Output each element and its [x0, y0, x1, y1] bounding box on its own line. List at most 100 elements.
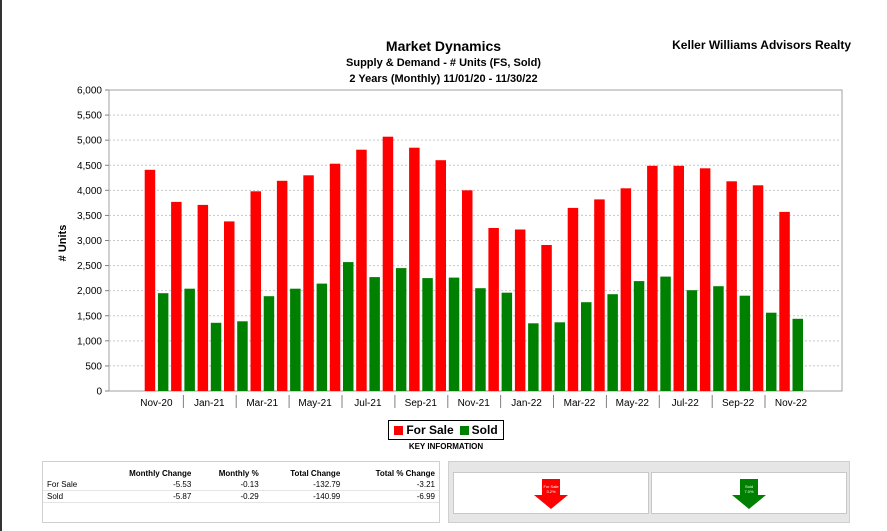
bar-for-sale — [567, 207, 579, 391]
for-sale-indicator-value: 3.2% — [546, 489, 556, 494]
x-tick-label: Sep-22 — [722, 398, 755, 409]
bar-sold — [633, 281, 645, 391]
table-row: For Sale -5.53 -0.13 -132.79 -3.21 — [43, 479, 439, 491]
legend-item-sold: Sold — [459, 423, 498, 437]
bar-chart: 0 500 1,000 1,500 2,000 2,500 3,000 3,500 4,000 4… — [57, 86, 843, 409]
bar-sold — [395, 268, 407, 391]
sold-indicator-value: 7.0% — [744, 489, 754, 494]
y-tick-label: 4,500 — [77, 161, 102, 172]
bar-sold — [157, 293, 169, 391]
bar-sold — [369, 277, 380, 391]
stats-table-panel: Monthly Change Monthly % Total Change To… — [42, 461, 440, 523]
legend-swatch-sold — [459, 426, 469, 435]
row-label: For Sale — [43, 479, 97, 491]
bar-for-sale — [276, 180, 288, 391]
y-tick-label: 5,000 — [77, 136, 102, 147]
y-tick-label: 5,500 — [77, 111, 102, 122]
x-tick-label: Mar-22 — [564, 398, 596, 409]
table-cell: -132.79 — [262, 479, 345, 491]
bar-for-sale — [144, 169, 156, 391]
legend-swatch-for-sale — [394, 426, 404, 435]
down-arrow-icon: For Sale 3.2% — [534, 479, 568, 509]
bar-for-sale — [699, 168, 711, 391]
bar-for-sale — [673, 165, 684, 391]
y-tick-label: 4,000 — [77, 186, 102, 197]
bar-sold — [448, 277, 460, 391]
x-tick-label: Mar-21 — [246, 398, 278, 409]
bar-for-sale — [435, 160, 446, 391]
legend-label-for-sale: For Sale — [406, 423, 454, 437]
bar-for-sale — [594, 199, 605, 391]
bar-for-sale — [779, 211, 790, 391]
bar-for-sale — [462, 190, 473, 391]
bar-sold — [263, 296, 275, 391]
table-cell: -140.99 — [262, 490, 345, 503]
table-cell: -0.29 — [195, 490, 263, 503]
bar-for-sale — [224, 221, 235, 391]
table-row: Sold -5.87 -0.29 -140.99 -6.99 — [43, 490, 439, 503]
bar-sold — [792, 318, 803, 391]
legend-item-for-sale: For Sale — [394, 423, 454, 437]
x-tick-label: Sep-21 — [405, 398, 438, 409]
x-tick-label: Jul-22 — [672, 398, 700, 409]
x-tick-label: Jul-21 — [354, 398, 382, 409]
bar-sold — [528, 323, 539, 391]
table-cell: -3.21 — [344, 479, 439, 491]
x-tick-label: Jan-21 — [194, 398, 225, 409]
bar-sold — [554, 322, 565, 391]
bar-sold — [766, 312, 777, 391]
y-tick-label: 500 — [85, 361, 102, 372]
bar-sold — [237, 321, 248, 391]
bar-sold — [713, 286, 724, 391]
y-axis-label: # Units — [57, 225, 69, 262]
bar-sold — [686, 290, 698, 391]
key-information-caption: KEY INFORMATION — [408, 442, 484, 451]
table-cell: -5.87 — [96, 490, 196, 503]
stats-header: Total Change — [290, 469, 341, 478]
bar-sold — [422, 278, 433, 391]
x-tick-label: May-21 — [298, 398, 332, 409]
x-tick-label: Nov-20 — [140, 398, 173, 409]
stats-header: Total % Change — [375, 469, 435, 478]
bar-for-sale — [647, 165, 658, 391]
x-tick-label: Nov-22 — [775, 398, 808, 409]
bar-sold — [739, 295, 751, 391]
stats-header-blank — [43, 468, 97, 479]
bar-for-sale — [171, 201, 182, 391]
y-tick-label: 0 — [96, 387, 102, 398]
bar-for-sale — [409, 147, 420, 391]
legend-label-sold: Sold — [471, 423, 498, 437]
bar-for-sale — [329, 163, 341, 391]
bar-for-sale — [620, 188, 632, 391]
row-label: Sold — [43, 490, 97, 503]
x-tick-label: Nov-21 — [458, 398, 491, 409]
indicator-panel: For Sale 3.2% Sold 7.0% — [448, 461, 850, 523]
for-sale-indicator-box: For Sale 3.2% — [453, 472, 649, 514]
bar-for-sale — [356, 149, 367, 391]
bar-for-sale — [726, 181, 737, 391]
table-cell: -0.13 — [195, 479, 263, 491]
bar-for-sale — [514, 229, 526, 391]
down-arrow-icon: Sold 7.0% — [732, 479, 766, 509]
y-tick-label: 3,000 — [77, 236, 102, 247]
y-tick-label: 2,500 — [77, 261, 102, 272]
bar-for-sale — [488, 228, 499, 391]
bar-for-sale — [541, 245, 552, 391]
bar-sold — [343, 262, 354, 391]
x-tick-label: May-22 — [616, 398, 650, 409]
y-tick-label: 3,500 — [77, 211, 102, 222]
bar-sold — [184, 288, 195, 391]
y-axis: 0 500 1,000 1,500 2,000 2,500 3,000 3,500 4,000 4… — [77, 86, 109, 398]
y-tick-label: 6,000 — [77, 86, 102, 97]
y-tick-label: 1,000 — [77, 336, 102, 347]
x-axis: Nov-20 Jan-21 Mar-21 May-21 Jul-21 Sep-21 Nov-… — [140, 395, 808, 409]
bar-for-sale — [197, 204, 209, 391]
chart-legend: For Sale Sold — [388, 420, 504, 440]
stats-header: Monthly Change — [129, 469, 192, 478]
bar-for-sale — [250, 191, 261, 391]
y-tick-label: 1,500 — [77, 311, 102, 322]
stats-header: Monthly % — [218, 469, 259, 478]
x-tick-label: Jan-22 — [511, 398, 542, 409]
bar-sold — [210, 322, 222, 391]
bar-for-sale — [303, 175, 314, 391]
